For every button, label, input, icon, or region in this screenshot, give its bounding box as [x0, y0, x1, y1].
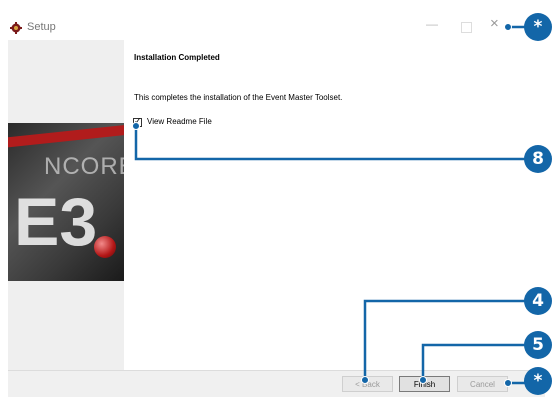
view-readme-checkbox[interactable]: ✓	[133, 116, 142, 127]
maximize-button[interactable]	[461, 22, 472, 33]
banner-brand-text: NCORE	[44, 153, 124, 180]
callout-finish: 5	[524, 331, 552, 359]
finish-button[interactable]: Finish	[399, 376, 450, 392]
cancel-button[interactable]: Cancel	[457, 376, 508, 392]
back-button[interactable]: < Back	[342, 376, 393, 392]
setup-icon	[10, 22, 22, 34]
callout-back: 4	[524, 287, 552, 315]
banner-image: NCORE E3	[8, 123, 124, 281]
view-readme-label[interactable]: View Readme File	[147, 117, 212, 126]
minimize-button[interactable]: —	[426, 17, 438, 31]
callout-cancel: *	[524, 367, 552, 395]
banner-accent-stripe	[8, 123, 124, 149]
wizard-banner: NCORE E3	[8, 40, 124, 370]
callout-readme: 8	[524, 145, 552, 173]
close-button[interactable]: ×	[490, 15, 499, 32]
window-title: Setup	[27, 21, 56, 33]
check-icon: ✓	[134, 116, 142, 126]
banner-logo: E3	[14, 184, 98, 260]
callout-close: *	[524, 13, 552, 41]
title-bar: Setup — ×	[0, 0, 553, 40]
setup-window: Setup — × NCORE E3 Installation Complete…	[0, 0, 553, 397]
completion-message: This completes the installation of the E…	[134, 93, 343, 102]
banner-knob	[94, 236, 116, 258]
page-heading: Installation Completed	[134, 53, 220, 62]
